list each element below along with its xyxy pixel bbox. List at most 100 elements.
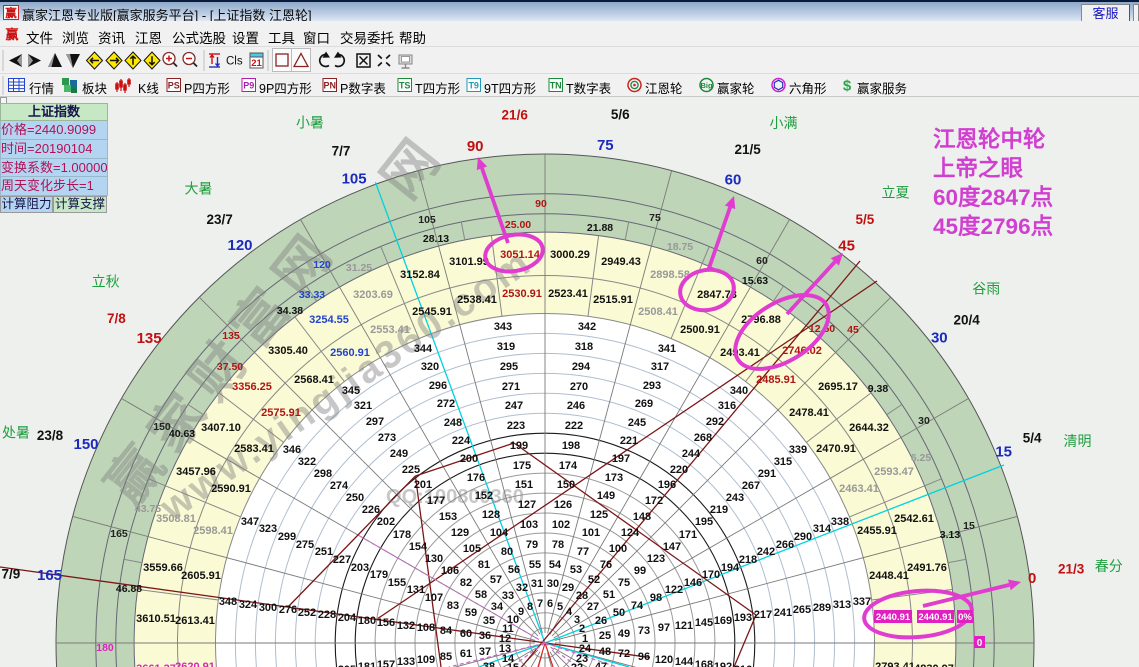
- svg-text:24: 24: [579, 643, 592, 655]
- svg-text:106: 106: [441, 565, 459, 577]
- svg-text:124: 124: [621, 527, 640, 539]
- svg-text:180: 180: [96, 642, 114, 654]
- svg-text:57: 57: [490, 574, 502, 586]
- svg-text:203: 203: [351, 562, 369, 574]
- svg-text:293: 293: [643, 380, 661, 392]
- svg-text:4: 4: [566, 606, 573, 618]
- svg-text:297: 297: [366, 416, 384, 428]
- svg-text:218: 218: [739, 554, 757, 566]
- svg-text:318: 318: [575, 341, 593, 353]
- svg-text:5/5: 5/5: [856, 212, 875, 227]
- svg-text:289: 289: [813, 602, 831, 614]
- svg-text:53: 53: [570, 564, 582, 576]
- svg-text:108: 108: [417, 622, 435, 634]
- svg-text:2523.41: 2523.41: [548, 288, 588, 300]
- svg-text:45: 45: [838, 237, 855, 254]
- svg-text:179: 179: [370, 569, 388, 581]
- svg-text:135: 135: [137, 330, 162, 347]
- svg-text:107: 107: [425, 592, 443, 604]
- svg-text:168: 168: [695, 659, 713, 667]
- svg-text:56: 56: [508, 564, 520, 576]
- svg-text:324: 324: [239, 599, 258, 611]
- svg-text:219: 219: [710, 504, 728, 516]
- svg-text:121: 121: [675, 620, 693, 632]
- svg-text:43.75: 43.75: [135, 503, 161, 515]
- svg-text:120: 120: [313, 259, 331, 271]
- svg-text:123: 123: [647, 553, 665, 565]
- svg-text:清明: 清明: [1064, 433, 1092, 449]
- svg-text:248: 248: [444, 417, 462, 429]
- svg-text:103: 103: [520, 519, 538, 531]
- svg-text:60: 60: [756, 255, 768, 267]
- svg-text:48: 48: [599, 646, 611, 658]
- svg-text:2605.91: 2605.91: [181, 570, 221, 582]
- svg-text:赢: 赢: [5, 6, 17, 20]
- svg-text:127: 127: [518, 499, 536, 511]
- svg-text:275: 275: [296, 539, 314, 551]
- svg-text:125: 125: [590, 509, 608, 521]
- svg-text:2560.91: 2560.91: [330, 347, 370, 359]
- svg-text:3508.81: 3508.81: [156, 513, 196, 525]
- svg-text:2545.91: 2545.91: [412, 306, 452, 318]
- svg-text:265: 265: [793, 604, 811, 616]
- svg-text:2583.41: 2583.41: [234, 443, 274, 455]
- svg-text:346: 346: [283, 444, 301, 456]
- svg-text:171: 171: [679, 529, 697, 541]
- svg-text:60: 60: [725, 172, 742, 189]
- svg-text:150: 150: [153, 421, 171, 433]
- svg-text:大暑: 大暑: [185, 181, 213, 197]
- svg-text:0: 0: [977, 638, 983, 649]
- svg-text:201: 201: [414, 479, 432, 491]
- svg-text:18.75: 18.75: [667, 241, 693, 253]
- svg-text:339: 339: [789, 444, 807, 456]
- svg-text:2644.32: 2644.32: [849, 422, 889, 434]
- svg-text:3305.40: 3305.40: [268, 345, 308, 357]
- svg-text:194: 194: [721, 562, 740, 574]
- svg-text:3101.99: 3101.99: [449, 256, 489, 268]
- svg-text:2949.43: 2949.43: [601, 256, 641, 268]
- svg-text:15: 15: [963, 520, 975, 532]
- svg-text:0: 0: [1028, 570, 1036, 587]
- svg-text:148: 148: [633, 511, 651, 523]
- svg-text:52: 52: [588, 574, 600, 586]
- svg-text:299: 299: [278, 531, 296, 543]
- svg-text:242: 242: [757, 546, 775, 558]
- svg-text:294: 294: [572, 361, 591, 373]
- svg-text:45: 45: [847, 324, 859, 336]
- svg-text:343: 343: [494, 321, 512, 333]
- svg-text:3: 3: [574, 614, 580, 626]
- svg-text:144: 144: [675, 656, 694, 667]
- svg-text:315: 315: [774, 456, 792, 468]
- svg-text:32: 32: [516, 582, 528, 594]
- svg-text:195: 195: [695, 516, 713, 528]
- svg-text:252: 252: [298, 607, 316, 619]
- svg-text:3000.29: 3000.29: [550, 249, 590, 261]
- svg-text:345: 345: [342, 385, 360, 397]
- svg-text:21: 21: [251, 58, 262, 69]
- svg-text:21/5: 21/5: [734, 142, 761, 157]
- svg-text:126: 126: [554, 499, 572, 511]
- svg-text:96: 96: [638, 651, 650, 663]
- svg-text:109: 109: [417, 654, 435, 666]
- svg-text:267: 267: [742, 480, 760, 492]
- svg-text:T9: T9: [468, 81, 479, 91]
- svg-text:29: 29: [562, 582, 574, 594]
- svg-text:上帝之眼: 上帝之眼: [933, 155, 1024, 181]
- svg-text:45度2796点: 45度2796点: [933, 213, 1053, 239]
- svg-text:152: 152: [475, 490, 493, 502]
- svg-text:177: 177: [427, 495, 445, 507]
- svg-text:313: 313: [833, 599, 851, 611]
- svg-text:145: 145: [695, 617, 713, 629]
- svg-text:37: 37: [479, 646, 491, 658]
- svg-text:61: 61: [460, 648, 472, 660]
- svg-text:321: 321: [354, 400, 372, 412]
- svg-text:P9: P9: [243, 81, 254, 91]
- svg-text:2695.17: 2695.17: [818, 381, 858, 393]
- svg-text:180: 180: [358, 615, 376, 627]
- svg-text:3661.37: 3661.37: [136, 663, 176, 667]
- svg-text:处暑: 处暑: [2, 425, 30, 441]
- svg-text:320: 320: [421, 361, 439, 373]
- svg-text:小满: 小满: [770, 115, 798, 131]
- svg-text:9.38: 9.38: [868, 383, 889, 395]
- svg-text:33.33: 33.33: [299, 289, 325, 301]
